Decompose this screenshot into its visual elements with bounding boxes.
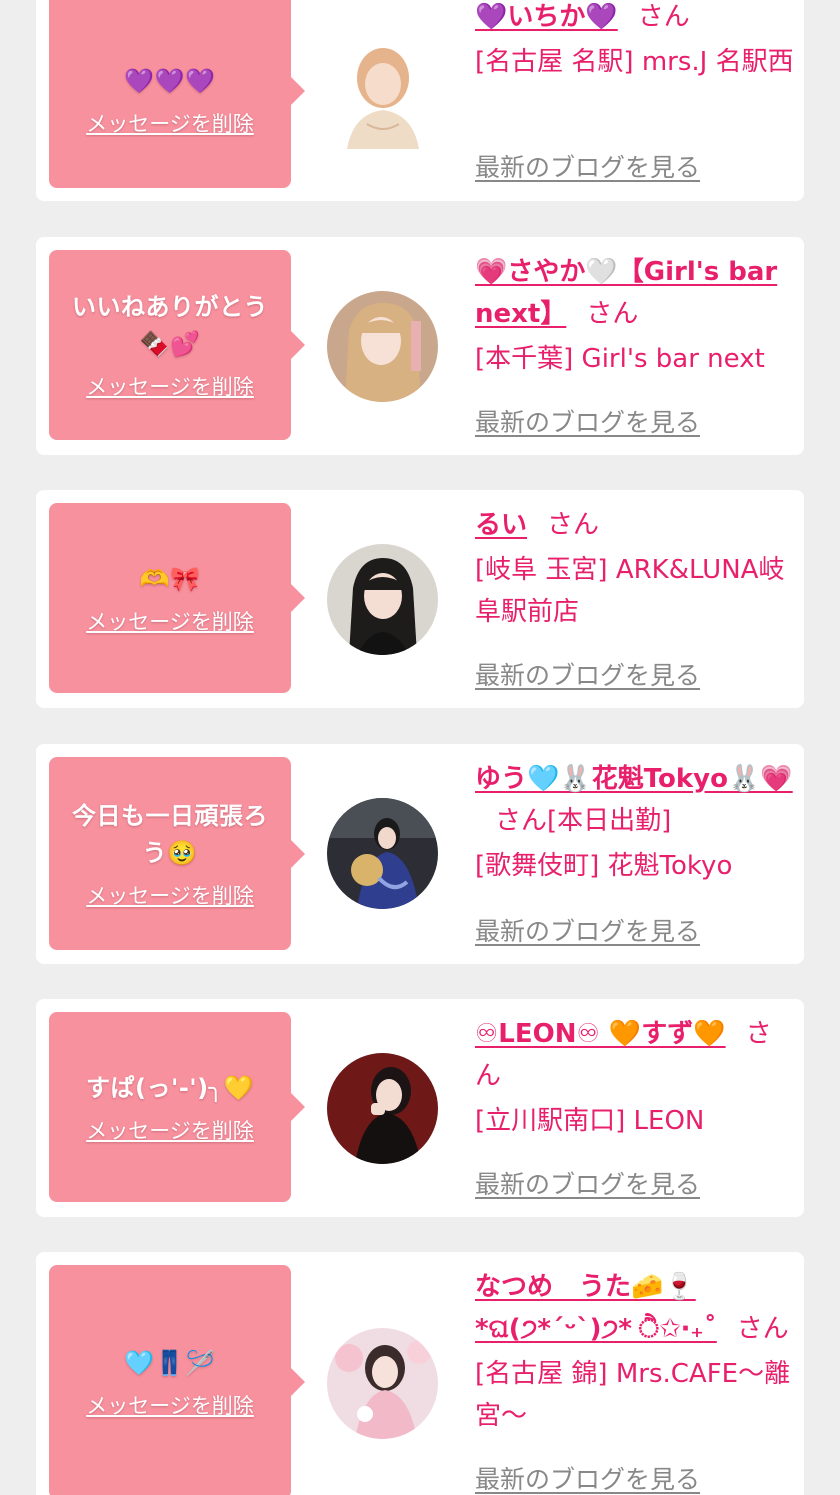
delete-message-link[interactable]: メッセージを削除 [86,108,254,138]
message-card: 今日も一日頑張ろう🥹 メッセージを削除 ゆう🩵🐰花魁Tokyo🐰💗 さん[本日出勤… [36,744,804,964]
girl-name-link[interactable]: るい [475,510,527,540]
honorific: さん [495,806,548,836]
girl-info: 💗さやか🤍【Girl's bar next】 さん [本千葉] Girl's ba… [475,251,797,380]
girl-info: なつめ うた🧀🍷*ଘ(੭*ˊᵕˋ)੭* ੈ✩‧₊˚ さん [名古屋 錦] Mrs.… [475,1266,797,1437]
avatar[interactable] [327,798,438,909]
delete-message-link[interactable]: メッセージを削除 [86,606,254,636]
message-card: いいねありがとう🍫💕 メッセージを削除 💗さやか🤍【Girl's bar nex… [36,237,804,455]
latest-blog-link[interactable]: 最新のブログを見る [475,403,700,439]
girl-name-link[interactable]: 💜いちか💜 [475,2,618,32]
avatar-photo [327,291,438,402]
message-bubble: 🩵👖🪡 メッセージを削除 [49,1265,305,1495]
avatar[interactable] [327,1053,438,1164]
honorific: さん [736,1314,789,1344]
girl-name-link[interactable]: ♾LEON♾ 🧡すず🧡 [475,1019,726,1049]
honorific: さん [586,299,639,329]
avatar[interactable] [327,38,438,149]
honorific: さん [637,2,690,32]
girl-info: るい さん [岐阜 玉宮] ARK&LUNA岐阜駅前店 [475,504,797,633]
girl-name-link[interactable]: なつめ うた🧀🍷*ଘ(੭*ˊᵕˋ)੭* ੈ✩‧₊˚ [475,1272,717,1344]
latest-blog-link[interactable]: 最新のブログを見る [475,148,700,184]
message-text: すぱ(っ'-')╮💛 [86,1073,254,1102]
delete-message-link[interactable]: メッセージを削除 [86,880,254,910]
girl-info: ♾LEON♾ 🧡すず🧡 さん [立川駅南口] LEON [475,1013,797,1142]
avatar-photo [327,544,438,655]
avatar[interactable] [327,544,438,655]
message-bubble: すぱ(っ'-')╮💛 メッセージを削除 [49,1012,305,1202]
girl-name-link[interactable]: ゆう🩵🐰花魁Tokyo🐰💗 [475,764,793,794]
message-bubble: 🫶🎀 メッセージを削除 [49,503,305,693]
avatar-photo [327,1053,438,1164]
status-label: [本日出勤] [547,806,672,836]
message-text: いいねありがとう🍫💕 [72,293,268,358]
message-card: 💜💜💜 メッセージを削除 💜いちか💜 さん [名古屋 名駅] mrs.J 名駅西 … [36,0,804,201]
delete-message-link[interactable]: メッセージを削除 [86,1115,254,1145]
shop-label: [名古屋 名駅] mrs.J 名駅西 [475,47,794,77]
avatar[interactable] [327,291,438,402]
avatar-photo [327,1328,438,1439]
message-list: 💜💜💜 メッセージを削除 💜いちか💜 さん [名古屋 名駅] mrs.J 名駅西 … [0,0,840,1495]
honorific: さん [547,510,600,540]
shop-label: [立川駅南口] LEON [475,1106,705,1136]
message-text: 今日も一日頑張ろう🥹 [72,801,268,867]
message-card: すぱ(っ'-')╮💛 メッセージを削除 ♾LEON♾ 🧡すず🧡 さん [立川駅南口… [36,999,804,1217]
shop-label: [名古屋 錦] Mrs.CAFE〜離宮〜 [475,1359,791,1431]
message-text: 💜💜💜 [124,67,216,95]
avatar-photo [327,38,438,149]
message-text: 🩵👖🪡 [124,1348,216,1377]
message-card: 🩵👖🪡 メッセージを削除 なつめ うた🧀🍷*ଘ(੭*ˊᵕˋ)੭* ੈ✩‧₊˚ さん… [36,1252,804,1495]
shop-label: [本千葉] Girl's bar next [475,344,765,374]
latest-blog-link[interactable]: 最新のブログを見る [475,1165,700,1201]
message-bubble: 💜💜💜 メッセージを削除 [49,0,305,188]
avatar[interactable] [327,1328,438,1439]
delete-message-link[interactable]: メッセージを削除 [86,371,254,401]
shop-label: [歌舞伎町] 花魁Tokyo [475,851,733,881]
message-bubble: いいねありがとう🍫💕 メッセージを削除 [49,250,305,440]
latest-blog-link[interactable]: 最新のブログを見る [475,912,700,948]
message-card: 🫶🎀 メッセージを削除 るい さん [岐阜 玉宮] ARK&LUNA岐阜駅前店 最… [36,490,804,708]
girl-info: ゆう🩵🐰花魁Tokyo🐰💗 さん[本日出勤] [歌舞伎町] 花魁Tokyo [475,758,797,887]
latest-blog-link[interactable]: 最新のブログを見る [475,656,700,692]
latest-blog-link[interactable]: 最新のブログを見る [475,1460,700,1495]
avatar-photo [327,798,438,909]
delete-message-link[interactable]: メッセージを削除 [86,1390,254,1420]
girl-info: 💜いちか💜 さん [名古屋 名駅] mrs.J 名駅西 [475,0,797,83]
shop-label: [岐阜 玉宮] ARK&LUNA岐阜駅前店 [475,555,785,627]
message-text: 🫶🎀 [139,564,201,593]
message-bubble: 今日も一日頑張ろう🥹 メッセージを削除 [49,757,305,950]
